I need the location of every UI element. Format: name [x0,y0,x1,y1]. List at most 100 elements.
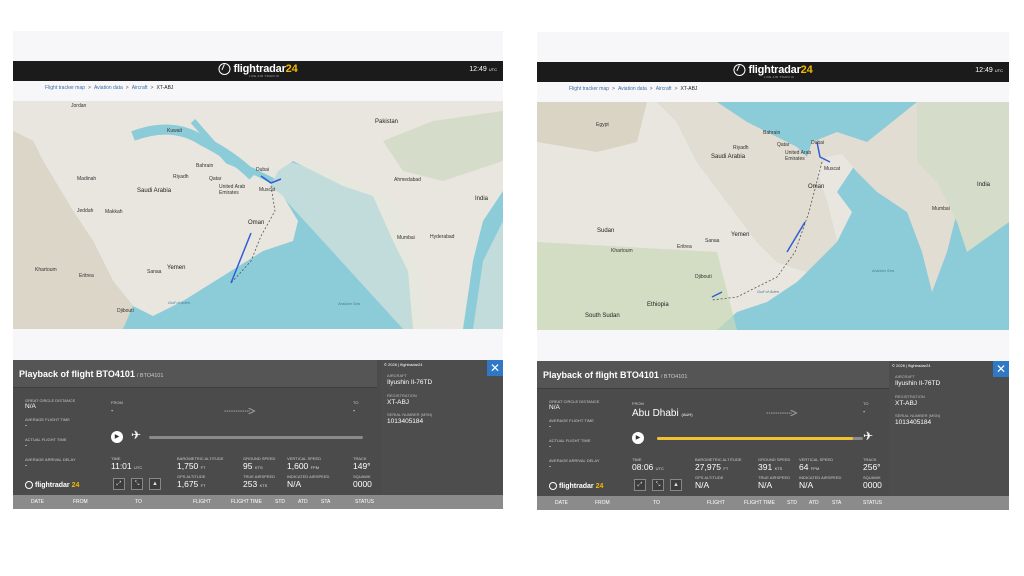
col-sta[interactable]: STA [321,499,330,505]
metric-value: 11:01 [111,461,132,471]
route-from: Abu Dhabi (AUH) [632,408,693,419]
breadcrumb: Flight tracker map > Aviation data > Aircr… [45,85,173,91]
flight-history-header: DATE FROM TO FLIGHT FLIGHT TIME STD ATD … [13,495,503,509]
metric-baro-alt: BAROMETRIC ALTITUDE 1,750 FT [177,456,224,471]
footer-brand-name: flightradar [559,482,594,490]
metric-unit: KTS [774,466,783,471]
map-label: Yemen [167,265,186,271]
breadcrumb-aviation-data[interactable]: Aviation data [94,85,123,91]
play-button[interactable]: ▶ [632,432,644,444]
fullscreen-icon[interactable]: ⤢ [634,479,646,491]
breadcrumb-aircraft[interactable]: Aircraft [132,85,148,91]
chart-icon[interactable]: ▲ [149,478,161,490]
metric-unit: FT [200,465,206,470]
route-icon[interactable]: ⤡ [652,479,664,491]
breadcrumb-flight-tracker[interactable]: Flight tracker map [45,85,85,91]
stat-delay: AVERAGE ARRIVAL DELAY - [549,458,629,470]
metric-unit: UTC [134,465,143,470]
col-status[interactable]: STATUS [355,499,374,505]
col-std[interactable]: STD [275,499,285,505]
playback-header: Playback of flight BTO4101/ BTO4101 [13,360,377,388]
playback-callsign: / BTO4101 [136,373,164,379]
map-label: South Sudan [585,313,620,319]
flight-map[interactable]: Jordan Kuwait Pakistan Bahrain Qatar Riy… [13,101,503,329]
screenshot-panel-right: flightradar24 LIVE AIR TRAFFIC 12:49 UTC… [537,32,1009,510]
brand-tagline: LIVE AIR TRAFFIC [248,74,280,78]
close-button[interactable]: ✕ [993,361,1009,377]
col-flight-time[interactable]: FLIGHT TIME [744,500,775,506]
route-from-label: FROM [632,401,644,406]
playback-title-text: Playback of flight BTO4101 [19,369,135,379]
registration-label: REGISTRATION [895,394,925,399]
col-date[interactable]: DATE [555,500,568,506]
col-sta[interactable]: STA [832,500,841,506]
metric-gps-alt: GPS ALTITUDE 1,675 FT [177,474,206,489]
breadcrumb-aviation-data[interactable]: Aviation data [618,86,647,92]
playback-title: Playback of flight BTO4101/ BTO4101 [543,370,687,380]
metric-baro-alt: BAROMETRIC ALTITUDE 27,975 FT [695,457,742,472]
playback-timeline[interactable] [149,436,363,439]
flight-stats: GREAT CIRCLE DISTANCE N/A AVERAGE FLIGHT … [537,389,889,496]
stat-distance: GREAT CIRCLE DISTANCE N/A [549,399,629,411]
play-button[interactable]: ▶ [111,431,123,443]
breadcrumb-flight-tracker[interactable]: Flight tracker map [569,86,609,92]
col-flight-time[interactable]: FLIGHT TIME [231,499,262,505]
registration: XT-ABJ [387,399,410,406]
chart-icon[interactable]: ▲ [670,479,682,491]
map-label: Gulf of Aden [757,289,780,294]
col-flight[interactable]: FLIGHT [193,499,211,505]
radar-icon [733,64,746,76]
breadcrumb-current: XT-ABJ [156,85,174,91]
metric-track: TRACK 149° [353,456,371,471]
route-to-label: TO [863,401,869,406]
playback-timeline[interactable] [657,437,863,440]
breadcrumb-aircraft[interactable]: Aircraft [656,86,672,92]
route-from-code: (AUH) [681,412,693,417]
map-label: Hyderabad [430,234,455,240]
stat-avg-time: AVERAGE FLIGHT TIME - [549,418,629,430]
playback-callsign: / BTO4101 [660,374,688,380]
map-label: Gulf of Aden [168,300,191,305]
map-geography [537,102,1009,330]
col-to[interactable]: TO [135,499,142,505]
breadcrumb-separator: > [150,85,154,91]
map-label: Eritrea [79,273,94,279]
flight-history-header: DATE FROM TO FLIGHT FLIGHT TIME STD ATD … [537,496,1009,510]
col-atd[interactable]: ATD [298,499,308,505]
map-label: India [475,196,489,202]
map-label: Yemen [731,232,750,238]
col-status[interactable]: STATUS [863,500,882,506]
metric-indicated-airspeed: INDICATED AIRSPEED N/A [287,474,329,489]
col-from[interactable]: FROM [73,499,88,505]
col-from[interactable]: FROM [595,500,610,506]
aircraft-label: AIRCRAFT [387,373,407,378]
playback-panel: Playback of flight BTO4101/ BTO4101 GREA… [13,360,503,509]
col-date[interactable]: DATE [31,499,44,505]
footer-logo: flightradar 24 [25,481,79,489]
col-atd[interactable]: ATD [809,500,819,506]
map-label: Ahmedabad [394,177,421,183]
route-from-city: Abu Dhabi [632,408,679,419]
fullscreen-icon[interactable]: ⤢ [113,478,125,490]
map-label: Oman [248,220,265,226]
map-label: Dubai [811,140,825,146]
map-label: Dubai [256,167,270,173]
metric-value: 95 [243,461,253,471]
col-std[interactable]: STD [787,500,797,506]
aircraft-type: Ilyushin Il-76TD [895,380,941,387]
metric-true-airspeed: TRUE AIRSPEED 253 KTS [243,474,275,489]
col-flight[interactable]: FLIGHT [707,500,725,506]
map-label: Khartoum [611,248,633,254]
col-to[interactable]: TO [653,500,660,506]
playback-title: Playback of flight BTO4101/ BTO4101 [19,369,163,379]
route-to-label: TO [353,400,359,405]
footer-logo: flightradar 24 [549,482,603,490]
route-icon[interactable]: ⤡ [131,478,143,490]
msn-label: SERIAL NUMBER (MSN) [895,413,941,418]
flight-map[interactable]: Egypt Bahrain Qatar Dubai Saudi Arabia R… [537,102,1009,330]
metric-value: 0000 [863,480,882,490]
metric-value: N/A [695,480,710,490]
map-label: Saudi Arabia [711,154,746,160]
map-label: Bahrain [196,163,214,169]
close-button[interactable]: ✕ [487,360,503,376]
